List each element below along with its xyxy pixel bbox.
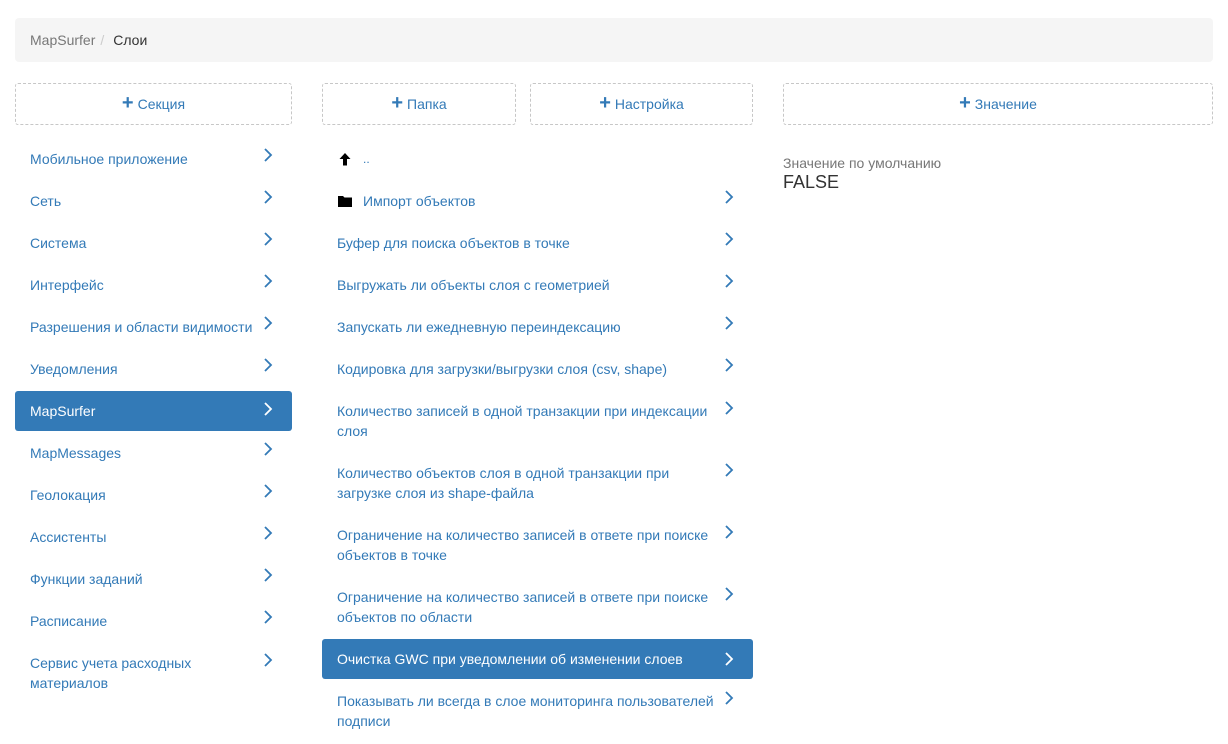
chevron-right-icon [261,610,275,624]
add-setting-label: Настройка [614,96,684,112]
folder-icon [337,193,353,209]
parent-folder-item[interactable]: .. [322,138,753,180]
add-section-button[interactable]: + Секция [15,83,292,125]
add-value-button[interactable]: + Значение [783,83,1213,125]
section-item[interactable]: Ассистенты [15,516,292,558]
section-item[interactable]: Мобильное приложение [15,138,292,180]
section-label: Разрешения и области видимости [30,319,253,335]
default-value-label: Значение по умолчанию [783,155,942,171]
chevron-right-icon [261,358,275,372]
section-item[interactable]: Интерфейс [15,264,292,306]
setting-item[interactable]: Ограничение на количество записей в отве… [322,515,753,575]
chevron-right-icon [261,316,275,330]
setting-label: Выгружать ли объекты слоя с геометрией [337,277,610,293]
chevron-right-icon [722,652,736,666]
setting-item[interactable]: Количество записей в одной транзакции пр… [322,391,753,451]
section-item[interactable]: Расписание [15,600,292,642]
setting-item[interactable]: Кодировка для загрузки/выгрузки слоя (cs… [322,348,753,390]
chevron-right-icon [261,568,275,582]
section-label: Мобильное приложение [30,151,188,167]
chevron-right-icon [722,232,736,246]
add-folder-button[interactable]: + Папка [322,83,516,125]
chevron-right-icon [261,484,275,498]
breadcrumb-separator: / [100,32,105,48]
setting-label: Буфер для поиска объектов в точке [337,235,570,251]
add-setting-button[interactable]: + Настройка [530,83,753,125]
section-item[interactable]: Разрешения и области видимости [15,306,292,348]
section-label: Сервис учета расходных материалов [30,655,192,691]
section-label: Ассистенты [30,529,107,545]
plus-icon: + [959,92,971,114]
chevron-right-icon [261,148,275,162]
breadcrumb-current: Слои [113,32,148,48]
chevron-right-icon [722,274,736,288]
setting-item-active[interactable]: Очистка GWC при уведомлении об изменении… [322,639,753,679]
section-item[interactable]: MapMessages [15,432,292,474]
section-label: Геолокация [30,487,106,503]
chevron-right-icon [722,358,736,372]
setting-item[interactable]: Ограничение на количество записей в отве… [322,577,753,637]
arrow-up-icon [337,151,353,167]
setting-label: Запускать ли ежедневную переиндексацию [337,319,621,335]
chevron-right-icon [261,402,275,416]
section-item[interactable]: Функции заданий [15,558,292,600]
add-value-label: Значение [974,96,1037,112]
section-label: Функции заданий [30,571,143,587]
parent-folder-label: .. [363,152,370,166]
setting-label: Кодировка для загрузки/выгрузки слоя (cs… [337,361,668,377]
chevron-right-icon [722,463,736,477]
chevron-right-icon [722,316,736,330]
setting-item[interactable]: Количество объектов слоя в одной транзак… [322,453,753,513]
section-item-active[interactable]: MapSurfer [15,391,292,431]
chevron-right-icon [722,525,736,539]
section-label: Уведомления [30,361,118,377]
setting-label: Ограничение на количество записей в отве… [337,527,709,563]
plus-icon: + [599,92,611,114]
section-item[interactable]: Система [15,222,292,264]
setting-item[interactable]: Буфер для поиска объектов в точке [322,222,753,264]
add-section-label: Секция [137,96,186,112]
chevron-right-icon [261,274,275,288]
chevron-right-icon [722,587,736,601]
section-item[interactable]: Сервис учета расходных материалов [15,643,292,703]
setting-label: Очистка GWC при уведомлении об изменении… [337,651,683,667]
setting-label: Количество записей в одной транзакции пр… [337,403,708,439]
setting-item[interactable]: Запускать ли ежедневную переиндексацию [322,306,753,348]
chevron-right-icon [261,526,275,540]
chevron-right-icon [261,442,275,456]
add-folder-label: Папка [407,96,447,112]
section-item[interactable]: Уведомления [15,348,292,390]
chevron-right-icon [722,190,736,204]
section-label: MapSurfer [30,403,96,419]
setting-label: Количество объектов слоя в одной транзак… [337,465,670,501]
plus-icon: + [121,92,134,114]
chevron-right-icon [722,401,736,415]
breadcrumb: MapSurfer / Слои [15,18,1213,62]
section-label: MapMessages [30,445,122,461]
chevron-right-icon [261,232,275,246]
setting-label: Ограничение на количество записей в отве… [337,589,709,625]
breadcrumb-root-link[interactable]: MapSurfer [30,32,95,48]
section-item[interactable]: Сеть [15,180,292,222]
folder-label: Импорт объектов [363,193,476,209]
default-value: FALSE [783,172,840,192]
section-label: Сеть [30,193,62,209]
chevron-right-icon [261,653,275,667]
section-label: Система [30,235,87,251]
chevron-right-icon [261,190,275,204]
section-item[interactable]: Геолокация [15,474,292,516]
section-label: Расписание [30,613,108,629]
plus-icon: + [391,92,404,114]
setting-item[interactable]: Выгружать ли объекты слоя с геометрией [322,264,753,306]
chevron-right-icon [722,691,736,705]
section-label: Интерфейс [30,277,104,293]
setting-item[interactable]: Показывать ли всегда в слое мониторинга … [322,681,753,741]
folder-item[interactable]: Импорт объектов [322,180,753,222]
setting-label: Показывать ли всегда в слое мониторинга … [337,693,714,729]
